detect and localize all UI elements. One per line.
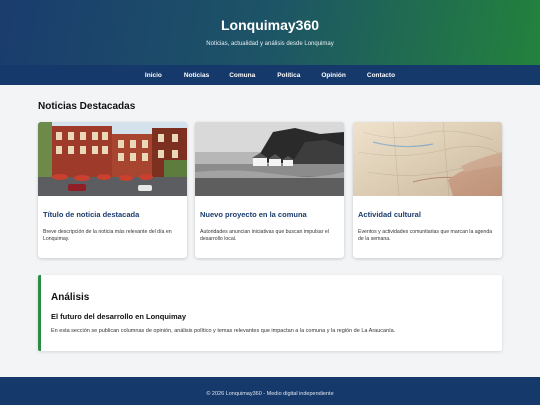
nav-item-opinion[interactable]: Opinión xyxy=(321,72,346,79)
map-in-hands-photo xyxy=(353,122,502,196)
main-nav: Inicio Noticias Comuna Política Opinión … xyxy=(0,65,540,85)
card-title[interactable]: Nuevo proyecto en la comuna xyxy=(200,210,344,219)
site-title[interactable]: Lonquimay360 xyxy=(0,0,540,33)
coastal-village-photo xyxy=(195,122,344,196)
news-card[interactable]: Título de noticia destacada Breve descri… xyxy=(38,122,187,258)
card-description: Autoridades anuncian iniciativas que bus… xyxy=(200,229,329,242)
nav-item-contacto[interactable]: Contacto xyxy=(367,72,395,79)
featured-cards: Título de noticia destacada Breve descri… xyxy=(38,122,502,258)
nav-item-comuna[interactable]: Comuna xyxy=(229,72,255,79)
card-title[interactable]: Título de noticia destacada xyxy=(43,210,187,219)
nav-item-politica[interactable]: Política xyxy=(277,72,300,79)
card-description: Breve descripción de la noticia más rele… xyxy=(43,229,172,242)
town-street-photo xyxy=(38,122,187,196)
analysis-text: En esta sección se publican columnas de … xyxy=(51,328,396,334)
news-card[interactable]: Nuevo proyecto en la comuna Autoridades … xyxy=(195,122,344,258)
card-title[interactable]: Actividad cultural xyxy=(358,210,502,219)
news-card[interactable]: Actividad cultural Eventos y actividades… xyxy=(353,122,502,258)
card-description: Eventos y actividades comunitarias que m… xyxy=(358,229,493,242)
analysis-subtitle[interactable]: El futuro del desarrollo en Lonquimay xyxy=(51,312,186,321)
analysis-section: Análisis El futuro del desarrollo en Lon… xyxy=(38,275,502,351)
footer-text: © 2026 Lonquimay360 - Medio digital inde… xyxy=(206,391,334,397)
nav-item-inicio[interactable]: Inicio xyxy=(145,72,162,79)
site-tagline: Noticias, actualidad y análisis desde Lo… xyxy=(206,41,334,47)
nav-item-noticias[interactable]: Noticias xyxy=(184,72,209,79)
analysis-heading: Análisis xyxy=(51,292,90,303)
featured-heading: Noticias Destacadas xyxy=(38,101,136,112)
site-header: Lonquimay360 Noticias, actualidad y anál… xyxy=(0,0,540,65)
site-footer: © 2026 Lonquimay360 - Medio digital inde… xyxy=(0,377,540,405)
